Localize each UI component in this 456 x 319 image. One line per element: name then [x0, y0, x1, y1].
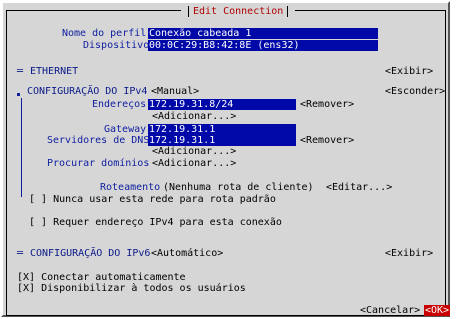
edit-connection-window: Edit Connection Nome do perfil Conexão c…	[1, 1, 451, 317]
ipv6-show-button[interactable]: <Exibir>	[385, 248, 433, 259]
ipv6-mode-select[interactable]: <Automático>	[151, 248, 223, 259]
ipv6-toggle-marker: ═	[17, 248, 24, 259]
routing-edit-button[interactable]: <Editar...>	[326, 182, 392, 193]
ipv4-bullet-icon	[17, 89, 23, 100]
profile-name-input[interactable]: Conexão cabeada 1	[148, 28, 378, 39]
cancel-button[interactable]: <Cancelar>	[360, 305, 420, 316]
remove-address-button[interactable]: <Remover>	[300, 99, 354, 110]
dns-label: Servidores de DNS	[47, 135, 150, 146]
dialog-title: Edit Connection	[193, 5, 284, 17]
device-label: Dispositivo	[83, 40, 150, 51]
ethernet-toggle-marker: ═	[17, 66, 24, 77]
add-address-button[interactable]: <Adicionar...>	[152, 111, 236, 122]
gateway-label: Gateway	[104, 124, 147, 135]
ipv4-hide-button[interactable]: <Esconder>	[385, 86, 445, 97]
addresses-label: Endereços	[92, 99, 147, 110]
gateway-input[interactable]: 172.19.31.1	[148, 124, 296, 135]
search-domains-label: Procurar domínios	[47, 158, 150, 169]
address-input[interactable]: 172.19.31.8/24	[148, 99, 296, 110]
ipv4-section-bar	[21, 98, 22, 197]
never-default-route-checkbox[interactable]: [ ] Nunca usar esta rede para rota padrã…	[29, 194, 276, 205]
ok-button[interactable]: <OK>	[424, 305, 451, 316]
ipv4-header: CONFIGURAÇÃO DO IPv4	[27, 86, 148, 97]
profile-name-label: Nome do perfil	[62, 28, 147, 39]
title-bar: Edit Connection	[181, 5, 296, 17]
autoconnect-checkbox[interactable]: [X] Conectar automaticamente	[17, 272, 186, 283]
device-input[interactable]: 00:0C:29:B8:42:8E (ens32)	[148, 40, 378, 51]
remove-dns-button[interactable]: <Remover>	[300, 135, 354, 146]
routing-value: (Nenhuma rota de cliente)	[163, 182, 314, 193]
add-search-domain-button[interactable]: <Adicionar...>	[152, 158, 236, 169]
require-ipv4-checkbox[interactable]: [ ] Requer endereço IPv4 para esta conex…	[29, 217, 282, 228]
ethernet-show-button[interactable]: <Exibir>	[385, 66, 433, 77]
ipv6-header: CONFIGURAÇÃO DO IPv6	[30, 248, 151, 259]
ipv4-mode-select[interactable]: <Manual>	[151, 86, 199, 97]
routing-label: Roteamento	[100, 182, 161, 193]
add-dns-button[interactable]: <Adicionar...>	[152, 146, 236, 157]
ethernet-header: ETHERNET	[30, 66, 79, 77]
all-users-checkbox[interactable]: [X] Disponibilizar à todos os usuários	[17, 283, 246, 294]
dns-input[interactable]: 172.19.31.1	[148, 135, 296, 146]
